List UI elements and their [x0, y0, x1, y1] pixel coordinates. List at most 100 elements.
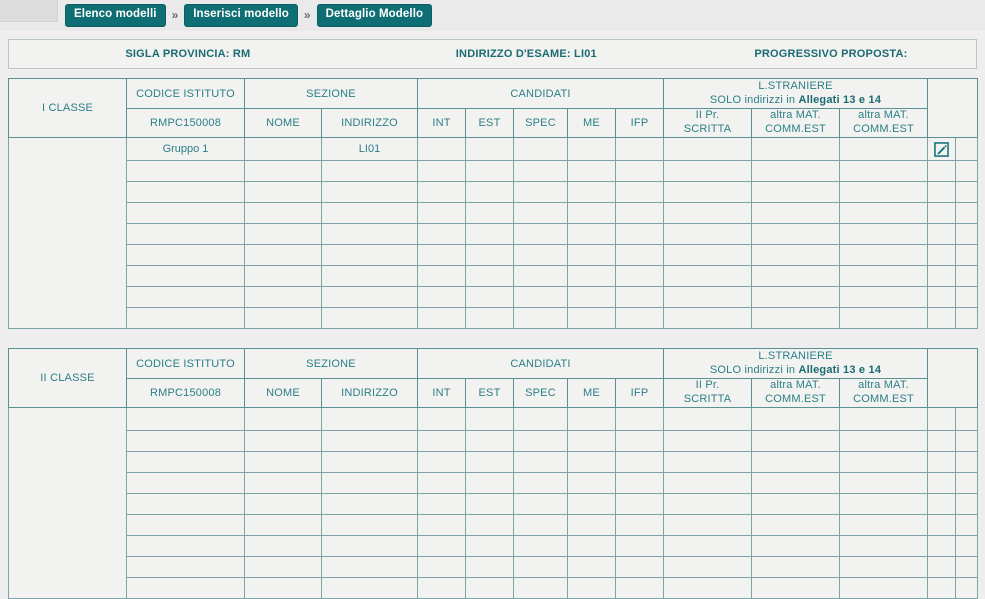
cell-indirizzo[interactable]: LI01 [321, 137, 418, 161]
cell-altra-mat-1[interactable] [751, 137, 841, 161]
table-row[interactable] [9, 307, 979, 329]
cell-est[interactable] [465, 160, 514, 182]
cell-action-secondary[interactable] [955, 307, 979, 329]
cell-int[interactable] [417, 430, 466, 452]
cell-est[interactable] [465, 407, 514, 431]
cell-codice[interactable] [126, 535, 245, 557]
cell-spec[interactable] [513, 244, 568, 266]
cell-action-edit[interactable] [927, 556, 957, 578]
cell-altra-mat-2[interactable] [839, 430, 929, 452]
cell-action-secondary[interactable] [955, 472, 979, 494]
cell-nome[interactable] [244, 535, 322, 557]
table-row[interactable] [9, 535, 979, 557]
cell-indirizzo[interactable] [321, 493, 418, 515]
cell-indirizzo[interactable] [321, 223, 418, 245]
cell-nome[interactable] [244, 430, 322, 452]
cell-me[interactable] [567, 202, 616, 224]
cell-action-edit[interactable] [927, 430, 957, 452]
cell-action-secondary[interactable] [955, 202, 979, 224]
cell-indirizzo[interactable] [321, 472, 418, 494]
cell-altra-mat-2[interactable] [839, 202, 929, 224]
cell-ifp[interactable] [614, 556, 665, 578]
cell-int[interactable] [417, 223, 466, 245]
cell-action-edit[interactable] [927, 514, 957, 536]
cell-est[interactable] [465, 137, 514, 161]
cell-ifp[interactable] [614, 307, 665, 329]
cell-me[interactable] [567, 514, 616, 536]
cell-int[interactable] [417, 514, 466, 536]
table-row[interactable] [9, 493, 979, 515]
table-row[interactable]: Gruppo 1 LI01 [8, 137, 979, 329]
cell-indirizzo[interactable] [321, 451, 418, 473]
cell-codice[interactable] [126, 556, 245, 578]
cell-spec[interactable] [513, 451, 568, 473]
cell-action-edit[interactable] [927, 137, 957, 161]
cell-ii-pr-scritta[interactable] [663, 265, 753, 287]
cell-action-secondary[interactable] [955, 286, 979, 308]
cell-me[interactable] [567, 430, 616, 452]
cell-ii-pr-scritta[interactable] [663, 556, 753, 578]
cell-altra-mat-1[interactable] [751, 493, 841, 515]
cell-codice[interactable] [126, 286, 245, 308]
cell-est[interactable] [465, 223, 514, 245]
cell-altra-mat-2[interactable] [839, 407, 929, 431]
table-row[interactable] [9, 181, 979, 203]
table-row[interactable] [9, 223, 979, 245]
cell-nome[interactable] [244, 160, 322, 182]
cell-action-edit[interactable] [927, 472, 957, 494]
cell-int[interactable] [417, 265, 466, 287]
cell-me[interactable] [567, 307, 616, 329]
cell-codice[interactable] [126, 307, 245, 329]
cell-indirizzo[interactable] [321, 307, 418, 329]
cell-int[interactable] [417, 472, 466, 494]
cell-ii-pr-scritta[interactable] [663, 244, 753, 266]
cell-ii-pr-scritta[interactable] [663, 472, 753, 494]
cell-indirizzo[interactable] [321, 430, 418, 452]
cell-altra-mat-2[interactable] [839, 181, 929, 203]
cell-action-secondary[interactable] [955, 407, 979, 431]
cell-spec[interactable] [513, 307, 568, 329]
cell-spec[interactable] [513, 265, 568, 287]
cell-altra-mat-1[interactable] [751, 451, 841, 473]
cell-altra-mat-1[interactable] [751, 472, 841, 494]
cell-me[interactable] [567, 160, 616, 182]
cell-int[interactable] [417, 407, 466, 431]
cell-altra-mat-1[interactable] [751, 430, 841, 452]
table-row[interactable] [9, 202, 979, 224]
cell-altra-mat-1[interactable] [751, 407, 841, 431]
cell-spec[interactable] [513, 181, 568, 203]
cell-me[interactable] [567, 407, 616, 431]
cell-ifp[interactable] [614, 181, 665, 203]
cell-codice[interactable] [126, 407, 245, 431]
cell-altra-mat-1[interactable] [751, 223, 841, 245]
cell-action-secondary[interactable] [955, 137, 979, 161]
cell-int[interactable] [417, 556, 466, 578]
cell-altra-mat-1[interactable] [751, 244, 841, 266]
cell-est[interactable] [465, 286, 514, 308]
cell-est[interactable] [465, 514, 514, 536]
cell-codice[interactable] [126, 181, 245, 203]
cell-codice[interactable] [126, 514, 245, 536]
cell-altra-mat-1[interactable] [751, 160, 841, 182]
cell-ifp[interactable] [614, 265, 665, 287]
cell-altra-mat-1[interactable] [751, 556, 841, 578]
breadcrumb-item-dettaglio-modello[interactable]: Dettaglio Modello [316, 4, 433, 27]
cell-est[interactable] [465, 493, 514, 515]
cell-altra-mat-2[interactable] [839, 514, 929, 536]
cell-altra-mat-1[interactable] [751, 181, 841, 203]
cell-nome[interactable] [244, 556, 322, 578]
cell-codice[interactable] [126, 223, 245, 245]
edit-icon[interactable] [934, 141, 949, 157]
cell-ifp[interactable] [614, 244, 665, 266]
cell-est[interactable] [465, 265, 514, 287]
cell-action-secondary[interactable] [955, 430, 979, 452]
cell-me[interactable] [567, 535, 616, 557]
cell-action-edit[interactable] [927, 265, 957, 287]
cell-me[interactable] [567, 265, 616, 287]
cell-codice[interactable] [126, 202, 245, 224]
cell-nome[interactable] [244, 265, 322, 287]
cell-me[interactable] [567, 137, 616, 161]
table-row[interactable] [9, 265, 979, 287]
table-row[interactable] [9, 451, 979, 473]
cell-int[interactable] [417, 535, 466, 557]
